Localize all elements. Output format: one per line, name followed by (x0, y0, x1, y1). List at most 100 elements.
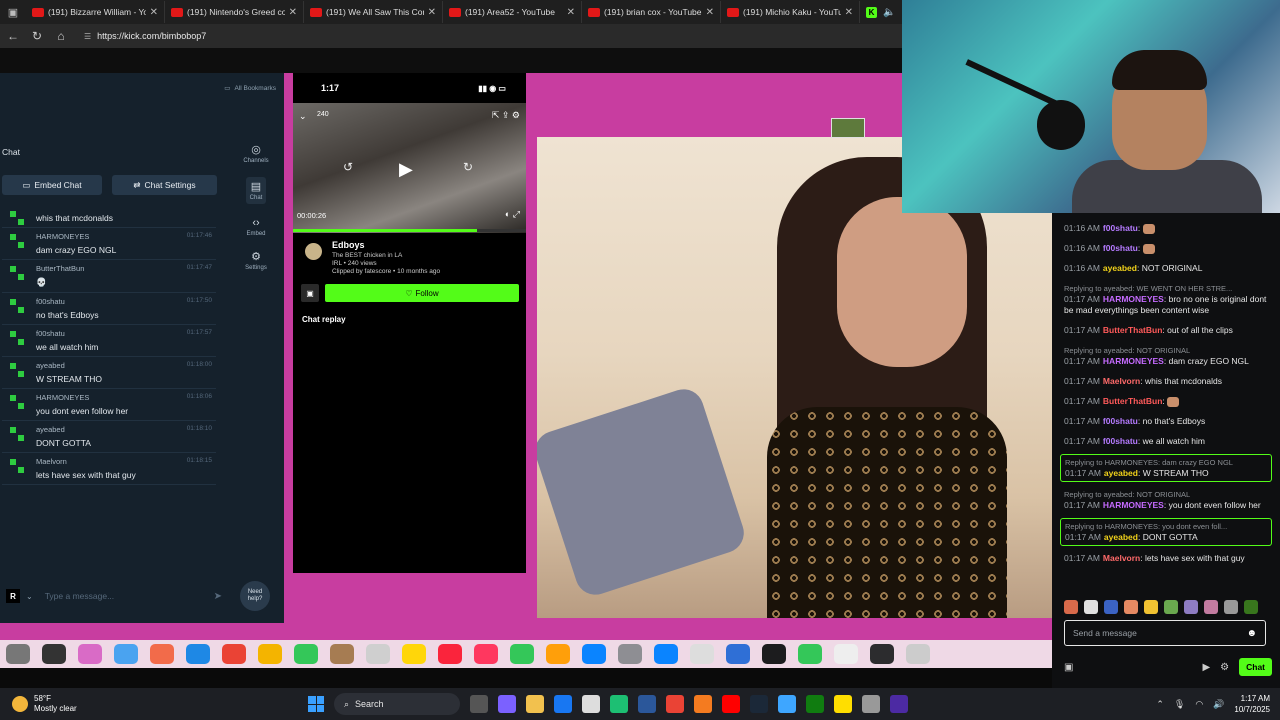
gift-icon[interactable]: ▣ (1064, 662, 1073, 673)
app-icon[interactable] (862, 695, 880, 713)
chevron-up-icon[interactable]: ⌃ (1156, 699, 1164, 710)
emote-icon[interactable] (1144, 600, 1158, 614)
send-icon[interactable]: ➤ (214, 591, 222, 602)
music-icon[interactable] (438, 644, 462, 664)
edge-icon[interactable] (610, 695, 628, 713)
all-bookmarks-link[interactable]: All Bookmarks (234, 85, 276, 92)
emote-icon[interactable] (1064, 600, 1078, 614)
emote-icon[interactable] (1224, 600, 1238, 614)
launchpad-icon[interactable] (150, 644, 174, 664)
site-info-icon[interactable]: ☰ (84, 32, 91, 41)
chat-send-button[interactable]: Chat (1239, 658, 1272, 676)
video-controls-icon[interactable]: ⇱ ⇪ ⚙ (492, 110, 520, 121)
message-username[interactable]: f00shatu (36, 297, 65, 306)
app-icon[interactable] (834, 644, 858, 664)
notes-icon[interactable] (402, 644, 426, 664)
message-username[interactable]: ayeabed (1104, 468, 1138, 478)
message-username[interactable]: Maelvorn (1103, 553, 1140, 563)
chevron-down-icon[interactable]: ⌄ (299, 111, 307, 122)
app-icon[interactable] (330, 644, 354, 664)
amazon-icon[interactable] (582, 695, 600, 713)
play-icon[interactable]: ▶ (399, 159, 413, 180)
browser-tab[interactable]: (191) Bizzarre William - Yo ✕ (26, 1, 165, 23)
app-store-icon[interactable] (582, 644, 606, 664)
side-nav-settings[interactable]: ⚙ Settings (245, 250, 267, 271)
settings-icon[interactable] (618, 644, 642, 664)
close-icon[interactable]: ✕ (845, 7, 853, 18)
emoji-icon[interactable]: ☻ (1246, 628, 1257, 639)
channel-name[interactable]: Edboys (332, 240, 518, 250)
message-username[interactable]: ButterThatBun (1103, 325, 1163, 335)
chat-settings-button[interactable]: ⇄ Chat Settings (112, 175, 217, 195)
emote-icon[interactable] (1124, 600, 1138, 614)
calculator-icon[interactable] (638, 695, 656, 713)
side-nav-chat[interactable]: ▤ Chat (245, 177, 267, 204)
speaker-icon[interactable]: 🔈 (883, 7, 895, 18)
finder-icon[interactable] (114, 644, 138, 664)
message-username[interactable]: f00shatu (1103, 223, 1138, 233)
message-username[interactable]: f00shatu (1103, 243, 1138, 253)
tab-actions-icon[interactable]: ▣ (0, 0, 26, 24)
emote-icon[interactable] (1244, 600, 1258, 614)
finder-icon[interactable] (6, 644, 30, 664)
news-icon[interactable] (474, 644, 498, 664)
chrome-icon[interactable] (666, 695, 684, 713)
message-username[interactable]: f00shatu (36, 329, 65, 338)
left-chat-input[interactable]: R ⌄ Type a message... ➤ (2, 585, 222, 607)
embed-chat-button[interactable]: ▭ Embed Chat (2, 175, 102, 195)
photos-icon[interactable] (258, 644, 282, 664)
message-username[interactable]: ayeabed (36, 425, 65, 434)
app-icon[interactable] (762, 644, 786, 664)
browser-tab[interactable]: (191) Nintendo's Greed co ✕ (165, 1, 304, 23)
facebook-icon[interactable] (554, 695, 572, 713)
emote-icon[interactable] (1084, 600, 1098, 614)
app-icon[interactable] (78, 644, 102, 664)
address-bar[interactable]: ☰ https://kick.com/bimbobop7 (84, 31, 206, 41)
message-username[interactable]: ButterThatBun (1103, 396, 1163, 406)
trash-icon[interactable] (906, 644, 930, 664)
app-icon[interactable] (654, 644, 678, 664)
message-username[interactable]: Maelvorn (36, 457, 67, 466)
side-nav-channels[interactable]: ◎ Channels (243, 143, 268, 164)
volume-icon[interactable]: 🔊 (1213, 699, 1224, 710)
message-username[interactable]: HARMONEYES (36, 393, 89, 402)
reload-icon[interactable]: ↻ (30, 29, 44, 43)
need-help-button[interactable]: Need help? (240, 581, 270, 611)
clip-progress[interactable] (293, 229, 526, 232)
file-explorer-icon[interactable] (526, 695, 544, 713)
app-icon[interactable] (870, 644, 894, 664)
close-icon[interactable]: ✕ (289, 7, 297, 18)
tab-kick[interactable]: K 🔈 (860, 6, 900, 18)
browser-tab[interactable]: (191) We All Saw This Com ✕ (304, 1, 443, 23)
message-username[interactable]: f00shatu (1103, 416, 1138, 426)
kick-chat-input[interactable]: Send a message ☻ (1064, 620, 1266, 646)
browser-tab[interactable]: (191) brian cox - YouTube ✕ (582, 1, 721, 23)
browser-tab[interactable]: (191) Area52 - YouTube ✕ (443, 1, 582, 23)
obs-icon[interactable] (890, 695, 908, 713)
gift-icon[interactable]: ▣ (301, 284, 319, 302)
task-view-icon[interactable] (470, 695, 488, 713)
close-icon[interactable]: ✕ (567, 7, 575, 18)
message-username[interactable]: ayeabed (1104, 532, 1138, 542)
taskbar-search[interactable]: ⌕ Search (334, 693, 460, 715)
emote-icon[interactable] (1164, 600, 1178, 614)
xbox-icon[interactable] (806, 695, 824, 713)
side-nav-embed[interactable]: ‹› Embed (246, 217, 265, 237)
close-icon[interactable]: ✕ (150, 7, 158, 18)
app-icon[interactable] (690, 644, 714, 664)
numbers-icon[interactable] (510, 644, 534, 664)
safari-icon[interactable] (186, 644, 210, 664)
emote-icon[interactable] (1104, 600, 1118, 614)
pin-icon[interactable]: ▶ (1202, 662, 1210, 673)
clip-video[interactable]: ⌄ 240 ⇱ ⇪ ⚙ ↺ ▶ ↻ 00:00:26 ◐ ⤢ (293, 103, 526, 233)
message-username[interactable]: ButterThatBun (36, 264, 84, 273)
rewind-icon[interactable]: ↺ (343, 160, 353, 174)
pages-icon[interactable] (546, 644, 570, 664)
messages-icon[interactable] (798, 644, 822, 664)
gear-icon[interactable]: ⚙ (1220, 662, 1229, 673)
message-username[interactable]: ayeabed (1103, 263, 1137, 273)
browser-tab[interactable]: (191) Michio Kaku - YouTub ✕ (721, 1, 860, 23)
forward-icon[interactable]: ↻ (463, 160, 473, 174)
back-icon[interactable]: ← (6, 29, 20, 43)
chevron-down-icon[interactable]: ⌄ (26, 592, 33, 601)
